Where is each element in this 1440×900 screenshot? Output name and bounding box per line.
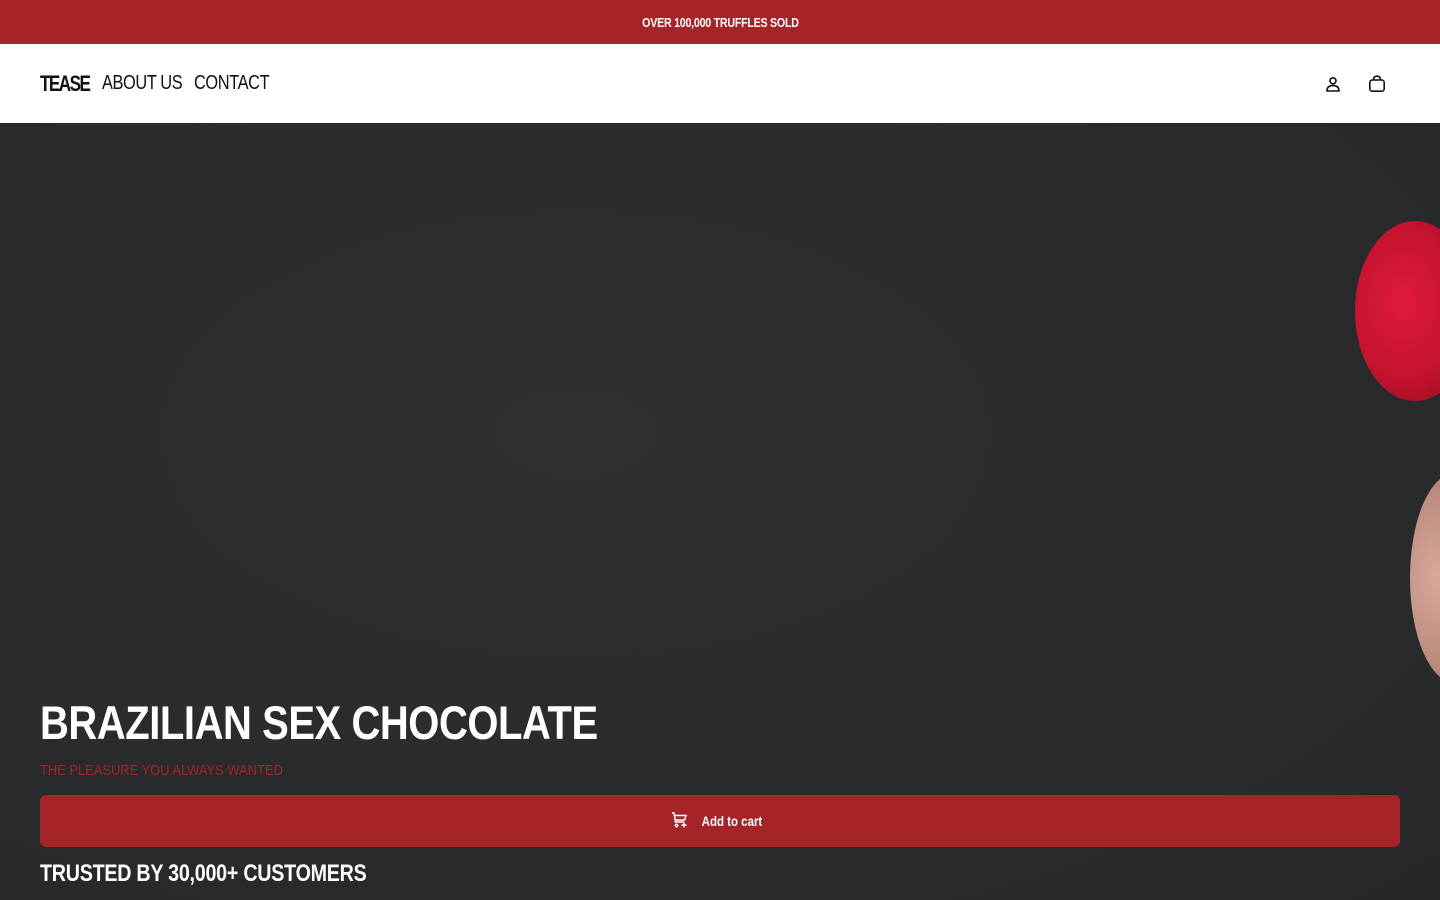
cart-icon[interactable] [1367,74,1387,94]
hero-section: BRAZILIAN SEX CHOCOLATE THE PLEASURE YOU… [0,123,1440,900]
add-to-cart-button[interactable]: Add to cart [40,795,1400,847]
main-nav: TEASE ABOUT US CONTACT [40,71,270,97]
hero-subtitle: THE PLEASURE YOU ALWAYS WANTED [40,762,283,779]
trust-statement: TRUSTED BY 30,000+ CUSTOMERS [40,860,367,887]
cherry-image [1355,221,1440,401]
hero-title: BRAZILIAN SEX CHOCOLATE [40,696,598,749]
site-header: TEASE ABOUT US CONTACT [0,44,1440,123]
announcement-bar: OVER 100,000 TRUFFLES SOLD [0,0,1440,44]
cart-add-icon [671,811,689,832]
nav-link-contact[interactable]: CONTACT [194,72,270,95]
nav-link-about-us[interactable]: ABOUT US [102,72,183,95]
site-logo[interactable]: TEASE [40,71,91,97]
announcement-text: OVER 100,000 TRUFFLES SOLD [641,14,799,30]
account-icon[interactable] [1323,74,1343,94]
header-icons [1323,74,1400,94]
truffle-image [1410,473,1440,683]
add-to-cart-label: Add to cart [701,813,763,829]
